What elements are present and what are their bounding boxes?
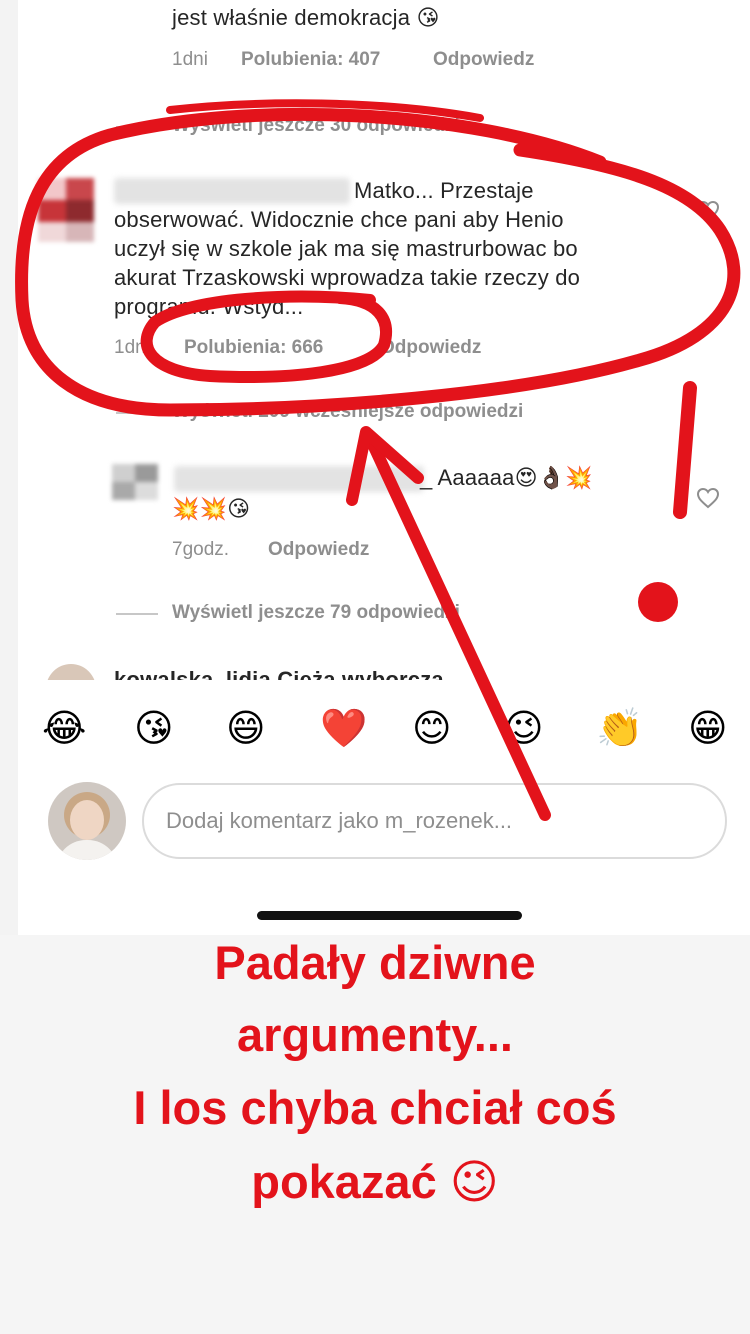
comment-input[interactable]: Dodaj komentarz jako m_rozenek... <box>142 783 727 859</box>
emoji-tears-of-joy-button[interactable]: 😂 <box>42 706 86 750</box>
replies-divider <box>116 126 158 128</box>
blurred-avatar[interactable] <box>112 464 158 500</box>
blurred-username[interactable] <box>114 178 350 204</box>
comment-line-3: uczył się w szkole jak ma się mastrurbow… <box>114 236 578 261</box>
view-more-replies-button[interactable]: Wyświetl jeszcze 30 odpowiedzi <box>172 115 460 137</box>
comment-time: 1dni <box>114 337 150 358</box>
home-indicator <box>257 911 522 920</box>
top-comment-likes[interactable]: Polubienia: 407 <box>241 49 380 71</box>
blurred-username[interactable] <box>174 466 424 492</box>
comment-line-1: Matko... Przestaje <box>354 178 534 203</box>
avatar[interactable] <box>48 782 126 860</box>
emoji-smile-button[interactable]: 😊 <box>412 706 452 750</box>
comment-likes[interactable]: Polubienia: 666 <box>184 337 323 359</box>
comment-input-placeholder: Dodaj komentarz jako m_rozenek... <box>166 808 513 833</box>
reply-line-1: _ Aaaaaa😍👌🏿💥 <box>420 465 593 490</box>
view-more-replies-button[interactable]: Wyświetl jeszcze 79 odpowiedzi <box>172 602 460 624</box>
annotation-exclamation-bar <box>673 381 697 519</box>
emoji-wink-button[interactable]: 😉 <box>504 706 544 750</box>
comment-line-2: obserwować. Widocznie chce pani aby Heni… <box>114 207 564 232</box>
comment-reply-button[interactable]: Odpowiedz <box>380 337 481 359</box>
comment-line-5: programu. Wstyd... <box>114 294 304 319</box>
caption-line-4: pokazać 😉 <box>251 1155 499 1208</box>
blurred-avatar[interactable] <box>38 178 94 242</box>
emoji-heart-button[interactable]: ❤️ <box>320 706 367 750</box>
replies-divider <box>116 613 158 615</box>
reply-reply-button[interactable]: Odpowiedz <box>268 539 369 561</box>
top-comment-text: jest właśnie demokracja 😘 <box>172 5 440 30</box>
replies-divider <box>116 412 158 414</box>
comment-line-4: akurat Trzaskowski wprowadza takie rzecz… <box>114 265 581 290</box>
heart-outline-icon[interactable] <box>696 200 720 222</box>
emoji-clap-button[interactable]: 👏 <box>596 706 643 750</box>
emoji-kiss-button[interactable]: 😘 <box>134 706 174 750</box>
view-earlier-replies-button[interactable]: Wyświetl 209 wcześniejsze odpowiedzi <box>172 401 523 423</box>
top-comment-reply-button[interactable]: Odpowiedz <box>433 49 534 71</box>
caption-line-2: argumenty... <box>237 1008 513 1061</box>
heart-outline-icon[interactable] <box>696 487 720 509</box>
reply-line-2: 💥💥😘 <box>172 496 251 521</box>
emoji-grin-button[interactable]: 😄 <box>226 706 266 750</box>
instagram-story-screenshot: jest właśnie demokracja 😘 1dni Polubieni… <box>0 0 750 1334</box>
annotation-exclamation-dot <box>638 582 678 622</box>
caption-line-1: Padały dziwne <box>214 936 536 989</box>
emoji-beaming-button[interactable]: 😁 <box>688 706 728 750</box>
story-caption-area: Padały dziwne argumenty... I los chyba c… <box>0 935 750 1334</box>
top-comment-time: 1dni <box>172 49 208 70</box>
left-gutter <box>0 0 18 935</box>
reply-time: 7godz. <box>172 539 230 560</box>
caption-line-3: I los chyba chciał coś <box>133 1081 617 1134</box>
